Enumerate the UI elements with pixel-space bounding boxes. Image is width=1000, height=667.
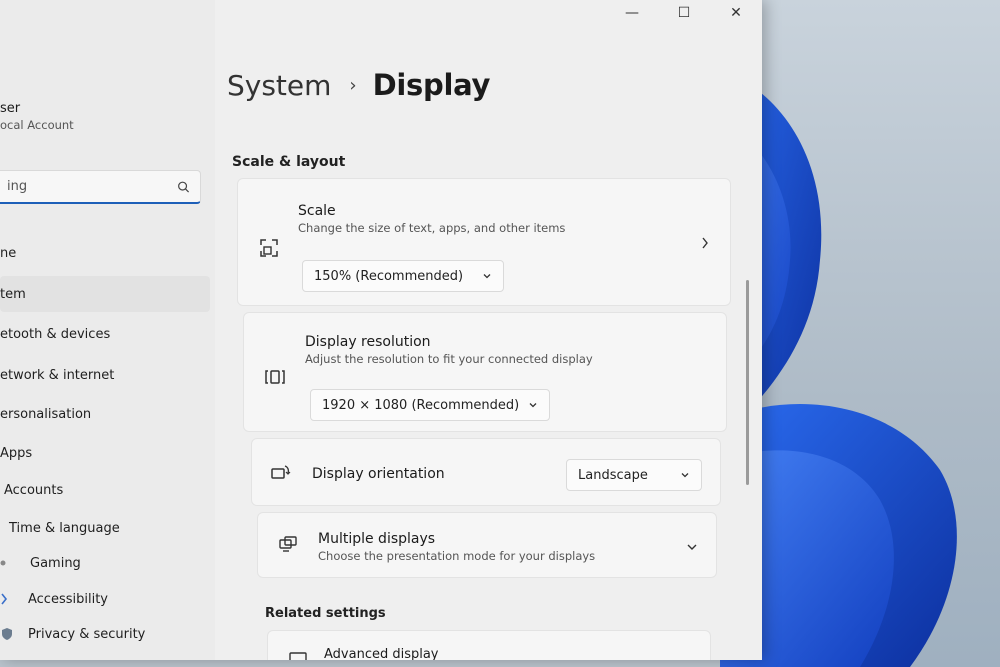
sidebar-item-label: Accessibility xyxy=(28,591,108,607)
monitor-icon xyxy=(289,652,307,660)
scale-subtitle: Change the size of text, apps, and other… xyxy=(298,221,566,235)
sidebar-item-label: Apps xyxy=(0,445,33,461)
sidebar-item-label: etwork & internet xyxy=(0,367,115,383)
sidebar-item-label: ne xyxy=(0,245,17,261)
resolution-dropdown[interactable]: 1920 × 1080 (Recommended) xyxy=(310,389,550,421)
sidebar-item-label: Time & language xyxy=(9,520,120,536)
close-button[interactable]: ✕ xyxy=(710,0,762,26)
sidebar-item-personalisation[interactable]: ersonalisation xyxy=(0,396,210,432)
maximize-button[interactable]: ☐ xyxy=(658,0,710,26)
gamepad-icon xyxy=(0,560,6,566)
resolution-subtitle: Adjust the resolution to fit your connec… xyxy=(305,352,593,366)
sidebar: ser ocal Account ne tem etooth & devices… xyxy=(0,0,215,660)
chevron-down-icon xyxy=(483,274,491,279)
chevron-down-icon xyxy=(529,403,537,408)
accessibility-icon xyxy=(1,593,8,605)
sidebar-item-accessibility[interactable]: Accessibility xyxy=(0,581,210,617)
sidebar-item-label: tem xyxy=(0,286,26,302)
sidebar-item-apps[interactable]: Apps xyxy=(0,435,210,471)
sidebar-item-label: etooth & devices xyxy=(0,326,111,342)
sidebar-item-label: Accounts xyxy=(4,482,64,498)
section-title: Scale & layout xyxy=(232,154,346,170)
desktop-wallpaper xyxy=(720,0,1000,667)
sidebar-item-time-language[interactable]: Time & language xyxy=(9,510,219,546)
resolution-card[interactable]: Display resolution Adjust the resolution… xyxy=(243,312,727,432)
sidebar-item-gaming[interactable]: Gaming xyxy=(0,545,210,581)
orientation-icon xyxy=(271,465,291,479)
scrollbar[interactable] xyxy=(746,280,749,485)
scale-dropdown[interactable]: 150% (Recommended) xyxy=(302,260,504,292)
multiple-displays-subtitle: Choose the presentation mode for your di… xyxy=(318,549,596,563)
sidebar-item-home[interactable]: ne xyxy=(0,235,210,271)
orientation-card[interactable]: Display orientation Landscape xyxy=(251,438,721,506)
sidebar-item-accounts[interactable]: Accounts xyxy=(4,472,214,508)
settings-window: ser ocal Account ne tem etooth & devices… xyxy=(0,0,762,660)
sidebar-item-label: Gaming xyxy=(30,555,81,571)
main-content: System › Display Scale & layout Scale Ch… xyxy=(215,0,762,660)
breadcrumb-parent[interactable]: System xyxy=(227,69,331,102)
multiple-displays-title: Multiple displays xyxy=(318,531,436,547)
shield-icon xyxy=(2,628,12,640)
window-controls: — ☐ ✕ xyxy=(606,0,762,26)
orientation-title: Display orientation xyxy=(312,466,445,482)
search-box[interactable] xyxy=(0,170,201,204)
breadcrumb: System › Display xyxy=(227,68,490,102)
scale-dropdown-value: 150% (Recommended) xyxy=(314,268,464,284)
scale-icon xyxy=(260,239,278,257)
profile-name: ser xyxy=(0,101,21,116)
orientation-dropdown[interactable]: Landscape xyxy=(566,459,702,491)
related-settings-title: Related settings xyxy=(265,606,386,621)
bloom-wallpaper-graphic xyxy=(720,70,957,667)
resolution-icon xyxy=(265,370,285,384)
advanced-display-card[interactable]: Advanced display xyxy=(267,630,711,660)
scale-card[interactable]: Scale Change the size of text, apps, and… xyxy=(237,178,731,306)
sidebar-item-label: Privacy & security xyxy=(28,626,146,642)
orientation-dropdown-value: Landscape xyxy=(578,467,648,483)
multiple-displays-icon xyxy=(279,536,297,552)
profile-account-type: ocal Account xyxy=(0,118,74,132)
resolution-dropdown-value: 1920 × 1080 (Recommended) xyxy=(322,397,520,413)
sidebar-item-system[interactable]: tem xyxy=(0,276,210,312)
sidebar-item-bluetooth[interactable]: etooth & devices xyxy=(0,316,210,352)
scale-title: Scale xyxy=(298,203,336,219)
chevron-down-icon xyxy=(681,473,689,478)
sidebar-item-label: ersonalisation xyxy=(0,406,92,422)
resolution-title: Display resolution xyxy=(305,334,431,350)
search-input[interactable] xyxy=(7,179,177,194)
chevron-down-icon[interactable] xyxy=(686,540,698,554)
sidebar-item-privacy[interactable]: Privacy & security xyxy=(0,616,210,652)
chevron-right-icon[interactable] xyxy=(700,236,710,250)
multiple-displays-card[interactable]: Multiple displays Choose the presentatio… xyxy=(257,512,717,578)
sidebar-item-network[interactable]: etwork & internet xyxy=(0,357,210,393)
advanced-display-title: Advanced display xyxy=(324,647,439,660)
search-icon[interactable] xyxy=(177,180,190,194)
minimize-button[interactable]: — xyxy=(606,0,658,26)
breadcrumb-separator: › xyxy=(349,74,357,96)
page-title: Display xyxy=(372,68,491,102)
